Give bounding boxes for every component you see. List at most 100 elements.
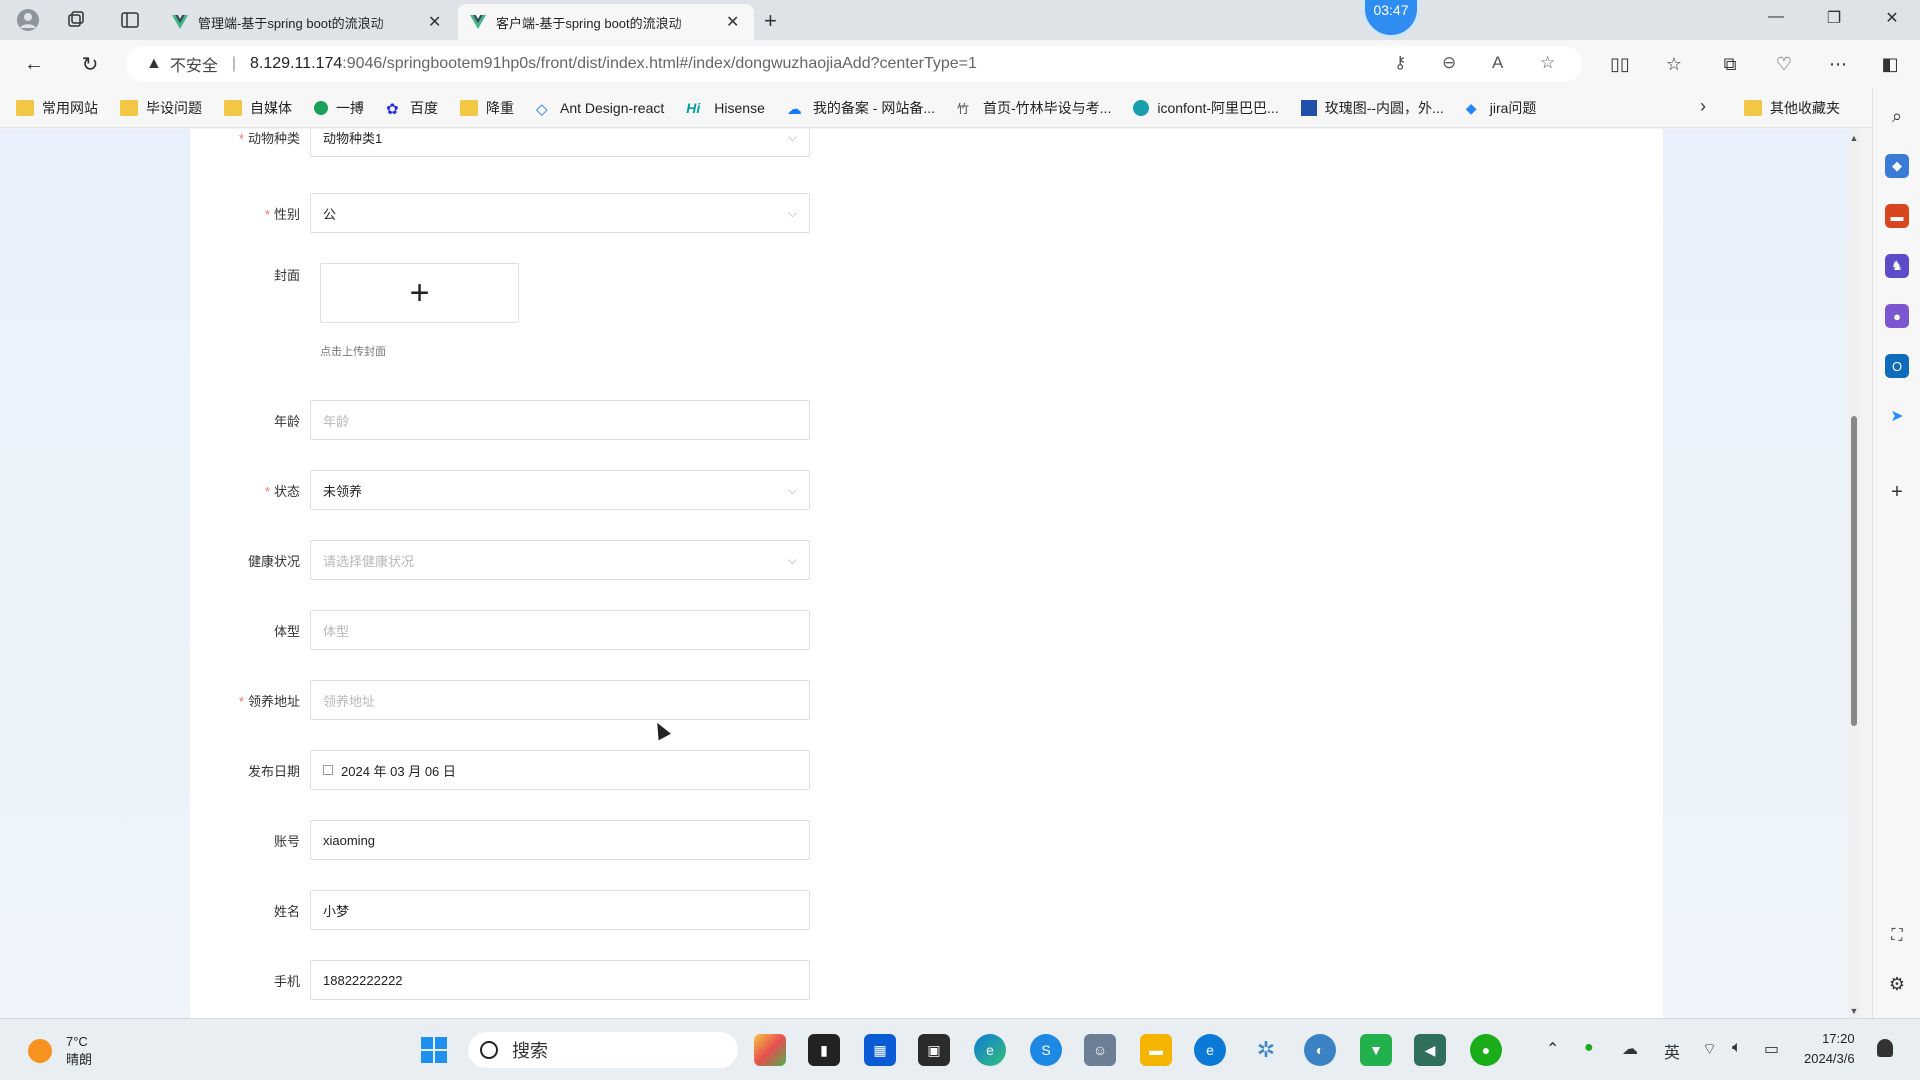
bookmark-item[interactable]: 竹首页-竹林毕设与考...: [957, 98, 1111, 118]
zoom-icon[interactable]: ⊖: [1442, 53, 1456, 73]
back-button[interactable]: ←: [22, 52, 46, 76]
cover-upload-button[interactable]: +: [320, 263, 519, 323]
favorites-icon[interactable]: ☆: [1662, 52, 1686, 76]
file-explorer-icon[interactable]: ▬: [1140, 1034, 1172, 1066]
add-icon[interactable]: +: [1885, 480, 1909, 504]
edge-icon[interactable]: e: [974, 1034, 1006, 1066]
species-select[interactable]: 动物种类1 ⌵: [310, 129, 810, 157]
tab-client[interactable]: 客户端-基于spring boot的流浪动 ✕: [458, 4, 754, 40]
bookmark-item[interactable]: 玫瑰图--内圆，外...: [1300, 98, 1444, 118]
more-menu-icon[interactable]: ⋯: [1826, 52, 1850, 76]
settings-icon[interactable]: ⚙: [1885, 972, 1909, 996]
vertical-tabs-icon[interactable]: [116, 6, 144, 34]
bookmark-item[interactable]: ☁ 我的备案 - 网站备...: [787, 98, 935, 118]
account-input[interactable]: xiaoming: [310, 820, 810, 860]
app-icon[interactable]: ◀: [1414, 1034, 1446, 1066]
bookmark-item[interactable]: Hi Hisense: [686, 100, 765, 116]
system-clock[interactable]: 17:20 2024/3/6: [1804, 1029, 1855, 1069]
collections-icon[interactable]: ⧉: [1718, 52, 1742, 76]
required-mark: *: [264, 206, 270, 222]
wifi-icon[interactable]: ⌔: [1702, 1039, 1717, 1059]
app-icon[interactable]: ☺: [1084, 1034, 1116, 1066]
bookmark-item[interactable]: 降重: [460, 98, 514, 118]
publish-date-input[interactable]: 2024 年 03 月 06 日: [310, 750, 810, 790]
copilot-icon[interactable]: ●: [1885, 304, 1909, 328]
taskbar-search[interactable]: 搜索: [468, 1032, 738, 1068]
app-icon[interactable]: ▮: [808, 1034, 840, 1066]
tray-chevron-icon[interactable]: ⌃: [1546, 1039, 1559, 1059]
refresh-button[interactable]: ↻: [78, 52, 102, 76]
split-screen-icon[interactable]: ▯▯: [1608, 52, 1632, 76]
sidebar-toggle-icon[interactable]: ◧: [1878, 52, 1902, 76]
name-input[interactable]: 小梦: [310, 890, 810, 930]
bookmark-item[interactable]: 常用网站: [16, 98, 98, 118]
weather-temp: 7°C: [66, 1034, 88, 1049]
scrollbar-thumb[interactable]: [1851, 416, 1857, 726]
terminal-icon[interactable]: ▣: [918, 1034, 950, 1066]
app-icon[interactable]: ✲: [1250, 1034, 1282, 1066]
close-window-button[interactable]: ✕: [1880, 8, 1904, 28]
outlook-icon[interactable]: O: [1885, 354, 1909, 378]
restore-button[interactable]: ❐: [1822, 8, 1846, 28]
age-input[interactable]: 年龄: [310, 400, 810, 440]
bookmark-item[interactable]: ✿ 百度: [386, 98, 438, 118]
bookmark-item[interactable]: 一搏: [314, 98, 364, 118]
edge-sidebar: ⌕ ◆ ▬ ♞ ● O ➤ + ⛶ ⚙: [1872, 88, 1920, 1018]
battery-icon[interactable]: ▭: [1764, 1039, 1779, 1059]
copilot-app-icon[interactable]: [754, 1034, 786, 1066]
wechat-tray-icon[interactable]: ●: [1584, 1039, 1594, 1057]
close-icon[interactable]: ✕: [726, 12, 739, 32]
bookmark-item[interactable]: 毕设问题: [120, 98, 202, 118]
profile-icon[interactable]: [14, 6, 42, 34]
minimize-button[interactable]: —: [1764, 8, 1788, 26]
scroll-up-icon[interactable]: ▲: [1848, 133, 1860, 143]
ie-icon[interactable]: e: [1194, 1034, 1226, 1066]
new-tab-button[interactable]: +: [764, 8, 777, 34]
start-icon[interactable]: [418, 1034, 450, 1066]
other-bookmarks-label: 其他收藏夹: [1770, 100, 1840, 116]
browser-essentials-icon[interactable]: ♡: [1772, 52, 1796, 76]
ime-indicator[interactable]: 英: [1664, 1039, 1680, 1063]
page-scrollbar[interactable]: ▲ ▼: [1848, 129, 1860, 1018]
gender-select[interactable]: 公 ⌵: [310, 193, 810, 233]
chevron-right-icon[interactable]: ›: [1700, 96, 1706, 117]
games-icon[interactable]: ♞: [1885, 254, 1909, 278]
read-aloud-icon[interactable]: A: [1492, 53, 1503, 73]
tools-icon[interactable]: ▬: [1885, 204, 1909, 228]
required-mark: *: [238, 130, 244, 146]
favorite-star-icon[interactable]: ☆: [1540, 53, 1555, 73]
send-icon[interactable]: ➤: [1885, 404, 1909, 428]
notification-bell-icon[interactable]: [1877, 1039, 1893, 1057]
workspaces-icon[interactable]: [62, 6, 90, 34]
address-input[interactable]: 领养地址: [310, 680, 810, 720]
health-select[interactable]: 请选择健康状况 ⌵: [310, 540, 810, 580]
bookmark-item[interactable]: iconfont-阿里巴巴...: [1133, 98, 1279, 118]
store-icon[interactable]: ▦: [864, 1034, 896, 1066]
password-key-icon[interactable]: ⚷: [1394, 53, 1406, 73]
bookmark-item[interactable]: ◆ jira问题: [1466, 98, 1537, 118]
close-icon[interactable]: ✕: [428, 12, 441, 32]
scroll-down-icon[interactable]: ▼: [1848, 1006, 1860, 1016]
volume-muted-icon[interactable]: 🔈︎: [1732, 1039, 1742, 1057]
bookmark-item[interactable]: ◇ Ant Design-react: [536, 100, 664, 118]
search-icon[interactable]: ⌕: [1885, 104, 1909, 128]
app-icon[interactable]: S: [1030, 1034, 1062, 1066]
screenshot-icon[interactable]: ⛶: [1885, 924, 1909, 948]
wechat-icon[interactable]: ●: [1470, 1034, 1502, 1066]
shopping-icon[interactable]: ◆: [1885, 154, 1909, 178]
bookmark-label: Hisense: [714, 99, 765, 116]
folder-icon: [460, 99, 478, 116]
app-icon[interactable]: ◐: [1304, 1034, 1336, 1066]
tab-admin[interactable]: 管理端-基于spring boot的流浪动 ✕: [160, 4, 456, 40]
bookmark-item[interactable]: 自媒体: [224, 98, 292, 118]
body-input[interactable]: 体型: [310, 610, 810, 650]
address-bar[interactable]: ▲ 不安全 | 8.129.11.174 :9046/springbootem9…: [126, 46, 1582, 82]
onedrive-icon[interactable]: ☁: [1622, 1039, 1638, 1059]
bookmarks-bar: 常用网站 毕设问题 自媒体 一搏 ✿ 百度 降重 ◇ Ant Design-reac…: [0, 88, 1900, 128]
weather-widget[interactable]: 7°C 晴朗: [28, 1033, 92, 1069]
phone-input[interactable]: 18822222222: [310, 960, 810, 1000]
app-icon[interactable]: ▼: [1360, 1034, 1392, 1066]
status-select[interactable]: 未领养 ⌵: [310, 470, 810, 510]
other-bookmarks[interactable]: 其他收藏夹: [1744, 98, 1840, 118]
browser-tab-bar: 管理端-基于spring boot的流浪动 ✕ 客户端-基于spring boo…: [0, 0, 1920, 40]
